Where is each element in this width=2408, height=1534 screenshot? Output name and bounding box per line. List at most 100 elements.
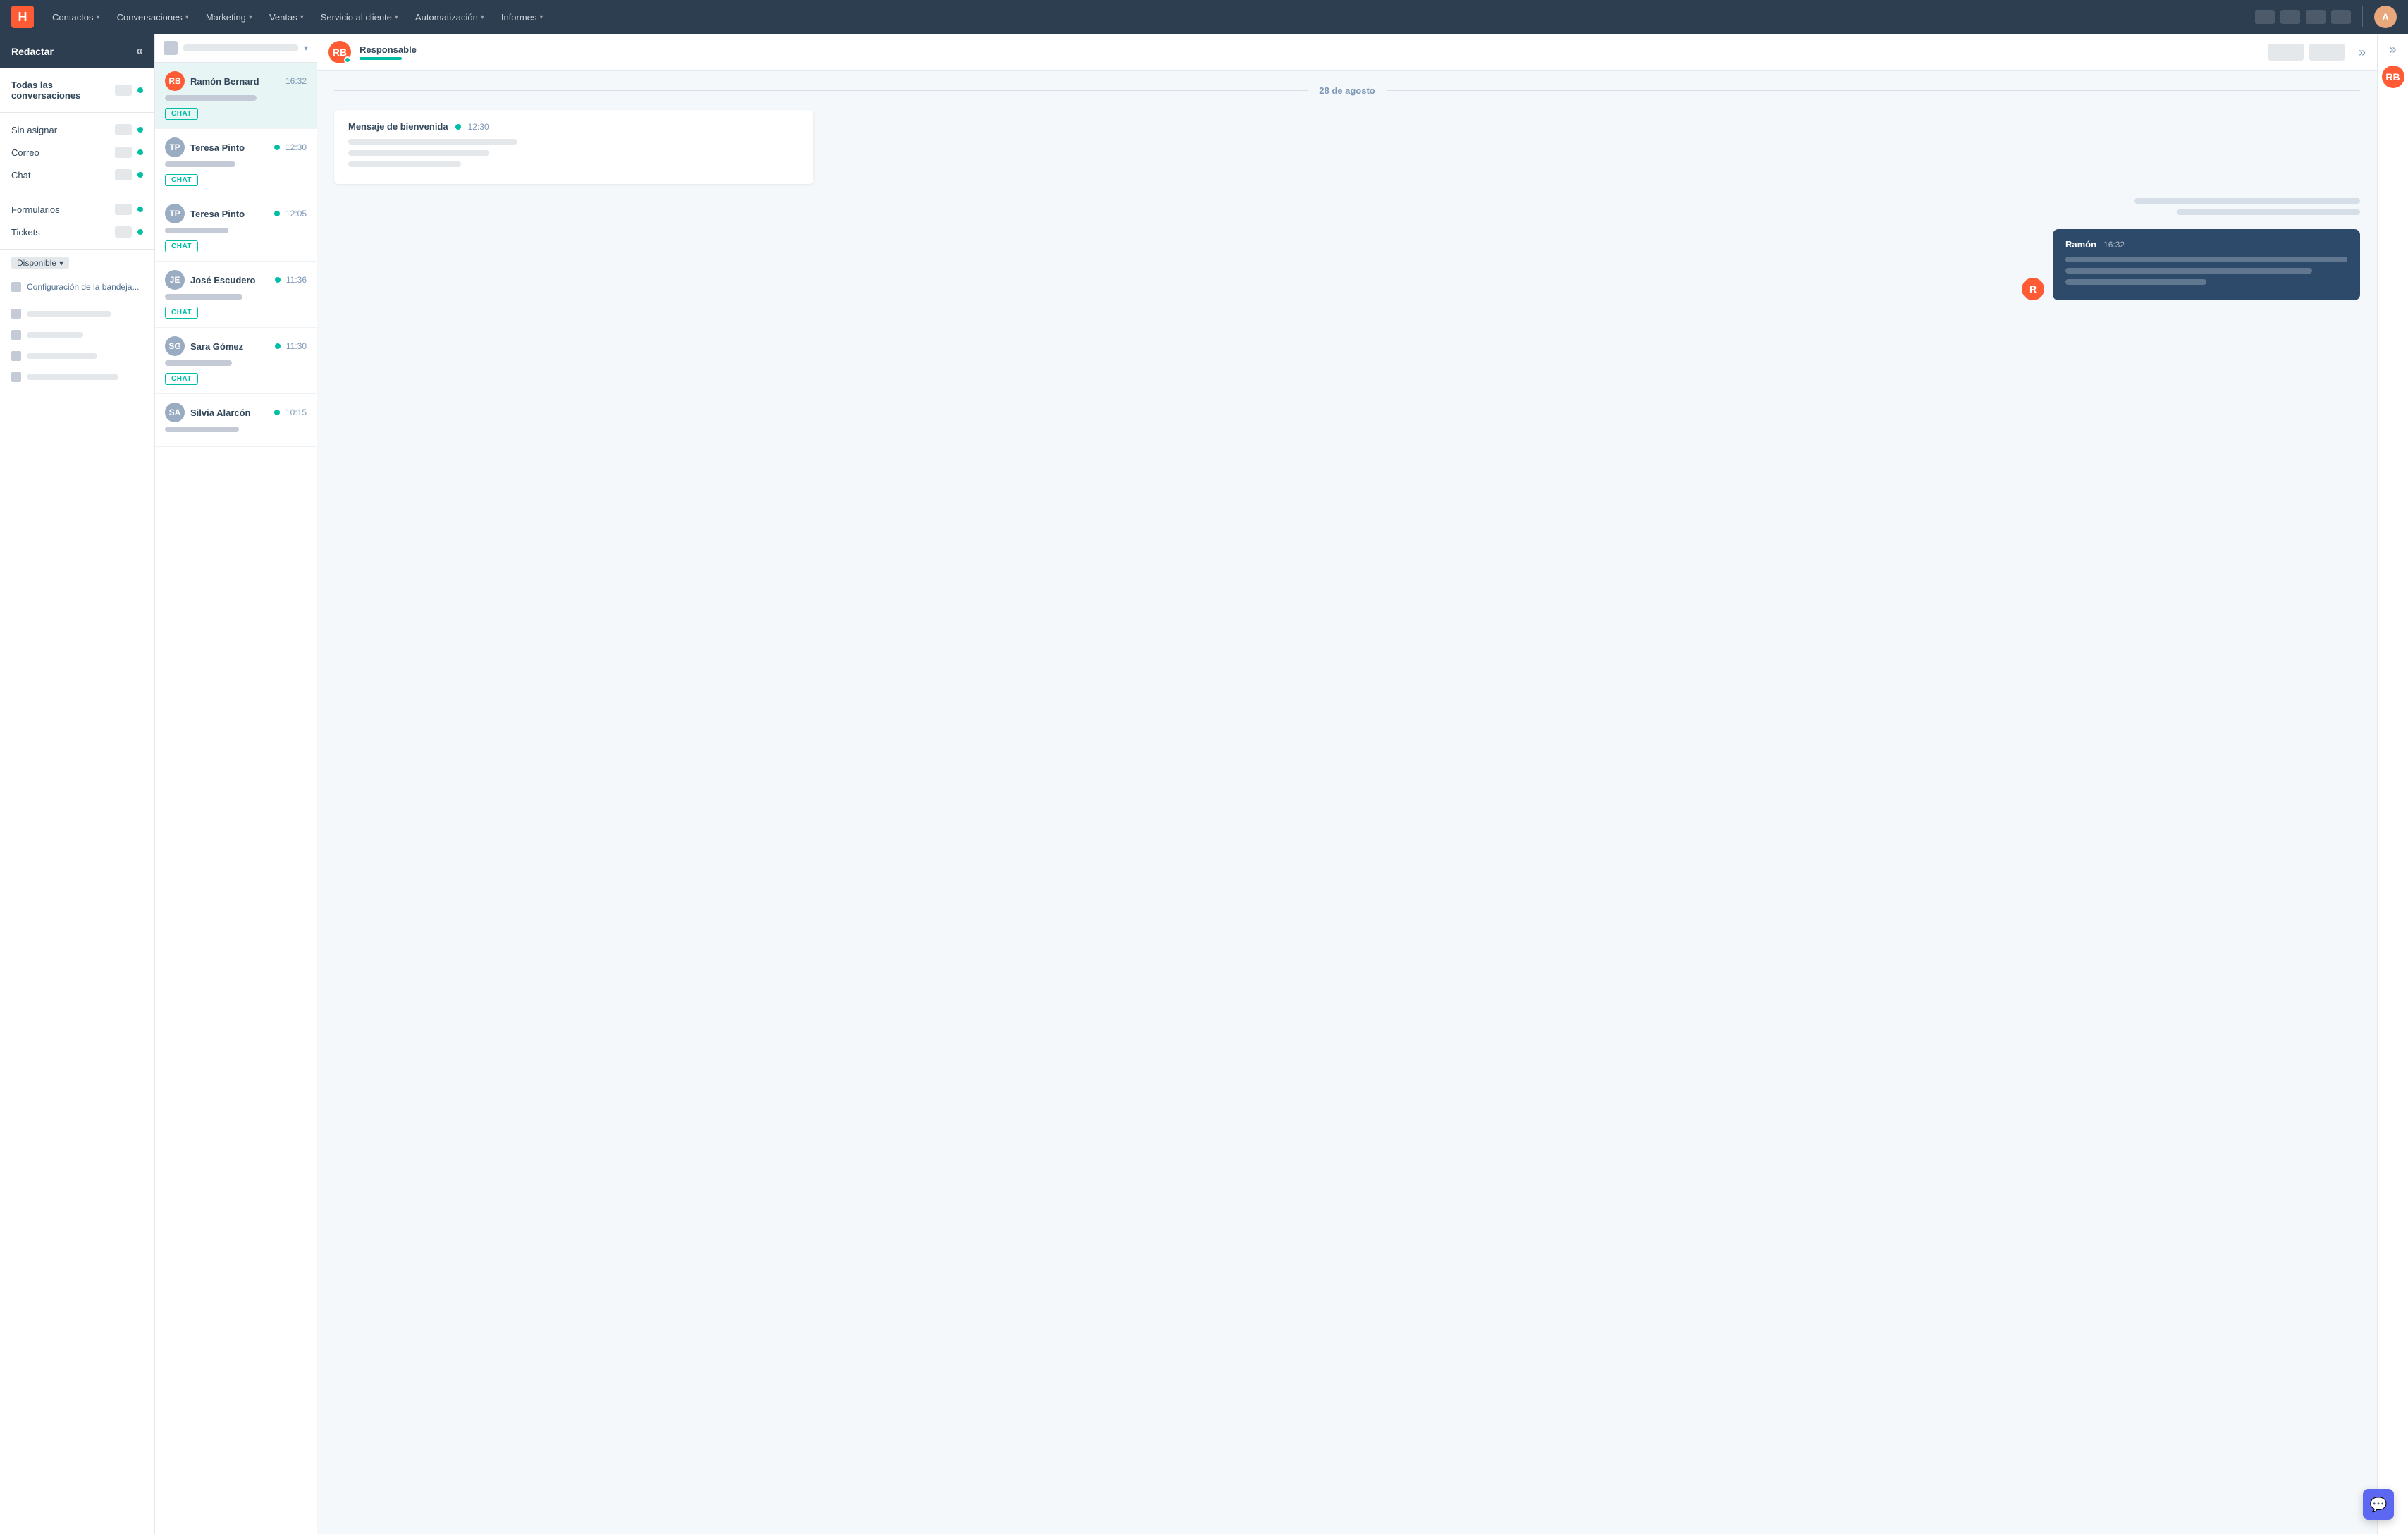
chat-badge	[115, 169, 132, 180]
mini-icon-1	[11, 309, 21, 319]
chat-contact-avatar: RB	[328, 41, 351, 63]
sidebar-item-all-conversations[interactable]: Todas las conversaciones	[0, 74, 154, 106]
mini-item-1[interactable]	[0, 303, 154, 324]
right-panel-avatar[interactable]: RB	[2382, 66, 2404, 88]
chat-widget-icon: 💬	[2370, 1496, 2388, 1514]
chat-main: RB Responsable » 28 de agosto	[317, 34, 2377, 1534]
sidebar-item-chat[interactable]: Chat	[0, 164, 154, 186]
conv-item-sara[interactable]: SG Sara Gómez 11:30 CHAT	[155, 328, 317, 394]
chat-header: RB Responsable »	[317, 34, 2377, 71]
topnav-divider	[2362, 6, 2363, 27]
chat-widget[interactable]: 💬	[2363, 1489, 2394, 1520]
chevron-down-icon: ▾	[300, 13, 304, 21]
topnav-tool-3[interactable]	[2306, 10, 2326, 24]
bubble-line-3	[2065, 279, 2206, 285]
conv-preview-teresa-1	[165, 161, 235, 167]
ramon-chat-avatar: R	[2022, 278, 2044, 300]
topnav-tool-4[interactable]	[2331, 10, 2351, 24]
mini-bar-3	[27, 353, 97, 359]
user-avatar[interactable]: A	[2374, 6, 2397, 28]
nav-informes[interactable]: Informes ▾	[494, 8, 551, 27]
conv-items: RB Ramón Bernard 16:32 CHAT TP Teresa Pi…	[155, 63, 317, 1534]
conv-item-header: SA Silvia Alarcón 10:15	[165, 403, 307, 422]
available-status[interactable]: Disponible ▾	[0, 250, 154, 276]
compose-button[interactable]: Redactar «	[0, 34, 154, 68]
conv-list-header: ▾	[155, 34, 317, 63]
nav-automatizacion[interactable]: Automatización ▾	[408, 8, 491, 27]
collapse-icon[interactable]: »	[2359, 45, 2366, 60]
sidebar-section-channels: Sin asignar Correo Chat	[0, 113, 154, 192]
sidebar-item-correo[interactable]: Correo	[0, 141, 154, 164]
date-separator: 28 de agosto	[334, 85, 2360, 96]
mini-item-3[interactable]	[0, 345, 154, 367]
ramon-message-bubble: Ramón 16:32	[2053, 229, 2360, 300]
message-card-time: 12:30	[468, 122, 489, 132]
conv-item-ramon-bernard[interactable]: RB Ramón Bernard 16:32 CHAT	[155, 63, 317, 129]
mini-bar-4	[27, 374, 118, 380]
right-panel-collapse-icon[interactable]: »	[2389, 42, 2396, 57]
bubble-sender-name: Ramón	[2065, 239, 2096, 250]
welcome-message-card: Mensaje de bienvenida 12:30	[334, 110, 813, 184]
conv-item-silvia[interactable]: SA Silvia Alarcón 10:15	[155, 394, 317, 447]
user-line-1	[2134, 198, 2360, 204]
right-panel: » RB	[2377, 34, 2408, 1534]
mini-item-4[interactable]	[0, 367, 154, 388]
conv-unread-dot	[274, 211, 280, 216]
conv-avatar-sara: SG	[165, 336, 185, 356]
nav-contactos[interactable]: Contactos ▾	[45, 8, 107, 27]
nav-servicio[interactable]: Servicio al cliente ▾	[314, 8, 405, 27]
chat-header-actions	[2268, 44, 2345, 61]
chat-action-btn-2[interactable]	[2309, 44, 2345, 61]
conv-item-teresa-1[interactable]: TP Teresa Pinto 12:30 CHAT	[155, 129, 317, 195]
conv-header-bar	[183, 44, 298, 51]
sidebar-item-tickets[interactable]: Tickets	[0, 221, 154, 243]
mini-bar-2	[27, 332, 83, 338]
chat-action-btn-1[interactable]	[2268, 44, 2304, 61]
bubble-line-2	[2065, 268, 2312, 274]
conv-preview-ramon	[165, 95, 257, 101]
conv-unread-dot	[275, 277, 281, 283]
message-line-2	[348, 150, 489, 156]
tickets-badge	[115, 226, 132, 238]
conv-item-header: JE José Escudero 11:36	[165, 270, 307, 290]
chat-badge-jose: CHAT	[165, 307, 198, 319]
mini-icon-3	[11, 351, 21, 361]
chat-badge-sara: CHAT	[165, 373, 198, 385]
bubble-header: Ramón 16:32	[2065, 239, 2347, 250]
conv-item-teresa-2[interactable]: TP Teresa Pinto 12:05 CHAT	[155, 195, 317, 262]
conv-item-header: RB Ramón Bernard 16:32	[165, 71, 307, 91]
online-indicator	[344, 56, 351, 63]
conv-header-chevron-icon[interactable]: ▾	[304, 43, 308, 53]
conv-preview-jose	[165, 294, 242, 300]
conversations-list: ▾ RB Ramón Bernard 16:32 CHAT TP Teresa …	[155, 34, 317, 1534]
nav-ventas[interactable]: Ventas ▾	[262, 8, 311, 27]
correo-badge	[115, 147, 132, 158]
nav-marketing[interactable]: Marketing ▾	[199, 8, 259, 27]
topnav-tool-1[interactable]	[2255, 10, 2275, 24]
available-pill: Disponible ▾	[11, 257, 69, 269]
conv-avatar-ramon: RB	[165, 71, 185, 91]
chat-badge-teresa-2: CHAT	[165, 240, 198, 252]
hubspot-logo[interactable]: H	[11, 6, 34, 28]
config-bandeja[interactable]: Configuración de la bandeja...	[0, 276, 154, 297]
chevron-down-icon: ▾	[481, 13, 484, 21]
formularios-badge	[115, 204, 132, 215]
chat-header-info: Responsable	[360, 44, 2260, 60]
conv-unread-dot	[274, 145, 280, 150]
conv-item-jose[interactable]: JE José Escudero 11:36 CHAT	[155, 262, 317, 328]
chat-badge-teresa-1: CHAT	[165, 174, 198, 186]
sidebar-nav: Todas las conversaciones	[0, 68, 154, 113]
sidebar-item-formularios[interactable]: Formularios	[0, 198, 154, 221]
sidebar-item-sin-asignar[interactable]: Sin asignar	[0, 118, 154, 141]
conv-item-header: SG Sara Gómez 11:30	[165, 336, 307, 356]
nav-conversaciones[interactable]: Conversaciones ▾	[110, 8, 196, 27]
bubble-time: 16:32	[2103, 240, 2125, 250]
sidebar-mini-items	[0, 297, 154, 393]
correo-dot	[137, 149, 143, 155]
chat-dot	[137, 172, 143, 178]
mini-item-2[interactable]	[0, 324, 154, 345]
chat-contact-name: Responsable	[360, 44, 2260, 55]
chevron-down-icon: ▾	[185, 13, 189, 21]
topnav-tool-2[interactable]	[2280, 10, 2300, 24]
message-card-header: Mensaje de bienvenida 12:30	[348, 121, 799, 132]
